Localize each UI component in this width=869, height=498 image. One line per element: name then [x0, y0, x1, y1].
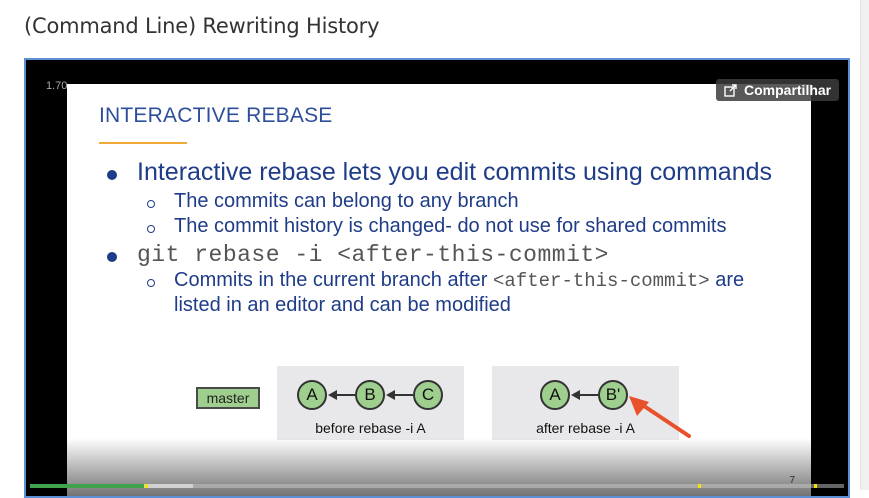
bullet-1: Interactive rebase lets you edit commits…: [137, 158, 772, 186]
slide: INTERACTIVE REBASE Interactive rebase le…: [67, 84, 811, 496]
bullet-1-sub-1: The commits can belong to any branch: [174, 190, 519, 212]
bullet-dot: [107, 252, 117, 262]
share-icon: [724, 84, 737, 97]
bullet-2-sub-pre: Commits in the current branch after: [174, 269, 488, 291]
arrow-line: [335, 394, 355, 396]
bullet-2-sub: Commits in the current branch after <aft…: [174, 269, 744, 292]
commit-node-a: A: [540, 380, 570, 410]
bullet-2-sub-line2: listed in an editor and can be modified: [174, 294, 511, 316]
video-player[interactable]: 1.70 INTERACTIVE REBASE Interactive reba…: [24, 58, 850, 498]
share-label: Compartilhar: [744, 82, 832, 98]
bullet-2-command: git rebase -i <after-this-commit>: [137, 242, 609, 268]
highlight-arrow-icon: [629, 396, 691, 438]
progress-bar[interactable]: [30, 484, 844, 488]
arrow-line: [393, 394, 413, 396]
commit-node-a: A: [297, 380, 327, 410]
progress-fill: [30, 484, 144, 488]
bullet-1-sub-2: The commit history is changed- do not us…: [174, 215, 727, 237]
scrollbar[interactable]: [860, 0, 869, 490]
commit-node-b: B: [355, 380, 385, 410]
bullet-dot: [107, 170, 117, 180]
chapter-marker[interactable]: [145, 484, 148, 488]
before-panel: A B C before rebase -i A: [277, 366, 464, 440]
sub-bullet-ring: [147, 225, 155, 233]
page-title: (Command Line) Rewriting History: [24, 14, 380, 38]
heading-underline: [99, 142, 187, 144]
bullet-2-sub-post: are: [715, 269, 745, 291]
commit-node-c: C: [413, 380, 443, 410]
bullet-2-sub-code: <after-this-commit>: [493, 270, 710, 292]
playback-speed: 1.70: [46, 80, 68, 92]
sub-bullet-ring: [147, 279, 155, 287]
before-caption: before rebase -i A: [315, 420, 426, 436]
slide-heading: INTERACTIVE REBASE: [99, 104, 333, 127]
master-branch-label: master: [196, 387, 260, 409]
chapter-marker[interactable]: [814, 484, 817, 488]
share-button[interactable]: Compartilhar: [716, 79, 840, 101]
sub-bullet-ring: [147, 200, 155, 208]
chapter-marker[interactable]: [698, 484, 701, 488]
arrow-line: [578, 394, 598, 396]
